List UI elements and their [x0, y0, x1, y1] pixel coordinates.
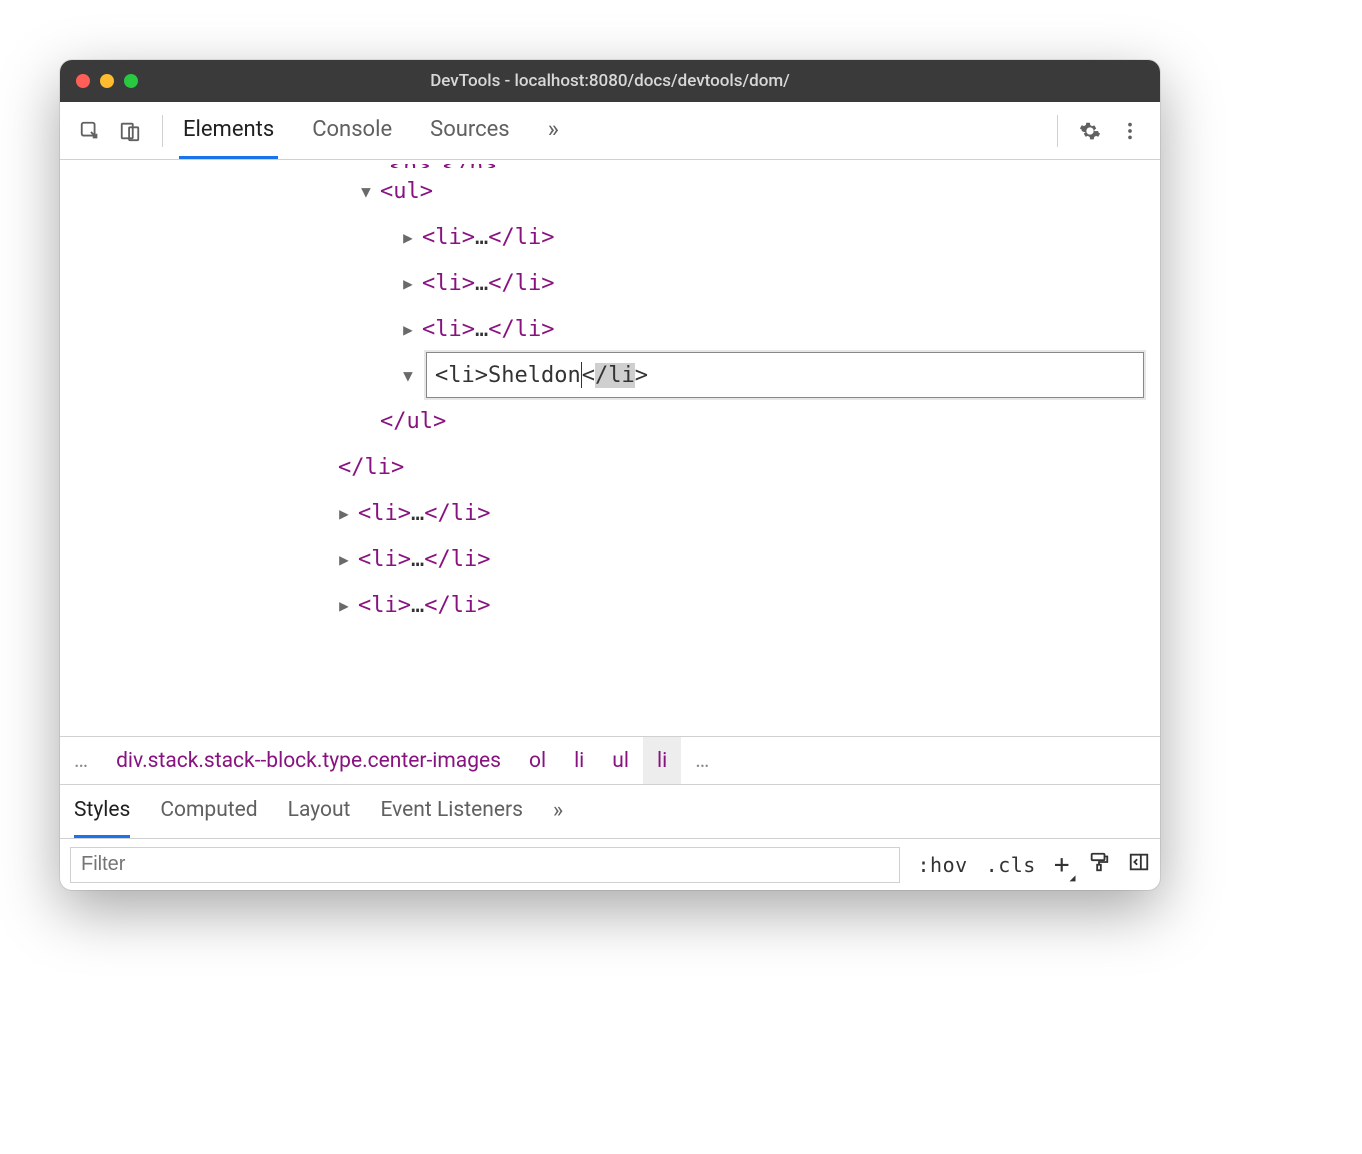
main-toolbar: Elements Console Sources » [60, 102, 1160, 160]
tree-row-ul-close[interactable]: </ul> [60, 398, 1160, 444]
chevron-down-icon[interactable]: ▼ [358, 182, 374, 201]
breadcrumb-item[interactable]: li [560, 737, 598, 784]
tree-row-li[interactable]: ▶<li>…</li> [60, 490, 1160, 536]
tree-row-li[interactable]: ▶<li>…</li> [60, 306, 1160, 352]
tree-row-li[interactable]: ▶<li>…</li> [60, 260, 1160, 306]
maximize-window-button[interactable] [124, 74, 138, 88]
tab-styles[interactable]: Styles [74, 785, 130, 838]
device-toggle-icon[interactable] [114, 115, 146, 147]
kebab-menu-icon[interactable] [1114, 115, 1146, 147]
tree-row-li[interactable]: ▶<li>…</li> [60, 582, 1160, 628]
tab-event-listeners[interactable]: Event Listeners [380, 785, 522, 838]
devtools-window: DevTools - localhost:8080/docs/devtools/… [60, 60, 1160, 890]
tab-elements[interactable]: Elements [179, 102, 278, 159]
panel-tabs: Elements Console Sources » [179, 102, 563, 159]
tab-overflow-icon[interactable]: » [544, 102, 563, 159]
breadcrumb: … div.stack.stack--block.type.center-ima… [60, 736, 1160, 784]
new-style-rule-icon[interactable]: +◢ [1054, 850, 1070, 880]
chevron-down-icon[interactable]: ▼ [400, 366, 416, 385]
tab-layout[interactable]: Layout [288, 785, 351, 838]
chevron-right-icon[interactable]: ▶ [336, 504, 352, 523]
breadcrumb-overflow-left[interactable]: … [60, 737, 102, 784]
chevron-right-icon[interactable]: ▶ [336, 550, 352, 569]
toggle-sidebar-icon[interactable] [1128, 851, 1150, 878]
chevron-right-icon[interactable]: ▶ [336, 596, 352, 615]
minimize-window-button[interactable] [100, 74, 114, 88]
tree-row-ul[interactable]: ▼<ul> [60, 168, 1160, 214]
toolbar-separator [1057, 115, 1058, 147]
window-title: DevTools - localhost:8080/docs/devtools/… [430, 71, 790, 91]
breadcrumb-item[interactable]: div.stack.stack--block.type.center-image… [102, 737, 515, 784]
dom-tree[interactable]: <p>…</p> ▼<ul> ▶<li>…</li> ▶<li>…</li> ▶… [60, 160, 1160, 736]
settings-icon[interactable] [1074, 115, 1106, 147]
breadcrumb-overflow-right[interactable]: … [681, 737, 723, 784]
styles-filter-input[interactable] [70, 847, 900, 883]
tab-overflow-icon[interactable]: » [553, 785, 563, 838]
toolbar-separator [162, 115, 163, 147]
cls-toggle[interactable]: .cls [986, 853, 1036, 877]
traffic-lights [76, 74, 138, 88]
chevron-right-icon[interactable]: ▶ [400, 228, 416, 247]
close-window-button[interactable] [76, 74, 90, 88]
tab-sources[interactable]: Sources [426, 102, 514, 159]
html-edit-input[interactable]: <li>Sheldon</li> [426, 352, 1144, 398]
tree-row-li[interactable]: ▶<li>…</li> [60, 214, 1160, 260]
breadcrumb-item[interactable]: ul [598, 737, 643, 784]
breadcrumb-item-active[interactable]: li [643, 737, 681, 784]
chevron-right-icon[interactable]: ▶ [400, 274, 416, 293]
paint-icon[interactable] [1088, 851, 1110, 878]
tree-row-li[interactable]: ▶<li>…</li> [60, 536, 1160, 582]
tab-computed[interactable]: Computed [160, 785, 257, 838]
styles-filter-row: :hov .cls +◢ [60, 838, 1160, 890]
breadcrumb-item[interactable]: ol [515, 737, 560, 784]
inspect-element-icon[interactable] [74, 115, 106, 147]
chevron-right-icon[interactable]: ▶ [400, 320, 416, 339]
tree-row-li-close[interactable]: </li> [60, 444, 1160, 490]
titlebar: DevTools - localhost:8080/docs/devtools/… [60, 60, 1160, 102]
styles-panel-tabs: Styles Computed Layout Event Listeners » [60, 784, 1160, 838]
toolbar-right [1049, 115, 1146, 147]
tab-console[interactable]: Console [308, 102, 396, 159]
tree-row-edit[interactable]: ▼ <li>Sheldon</li> [60, 352, 1160, 398]
hov-toggle[interactable]: :hov [918, 853, 968, 877]
